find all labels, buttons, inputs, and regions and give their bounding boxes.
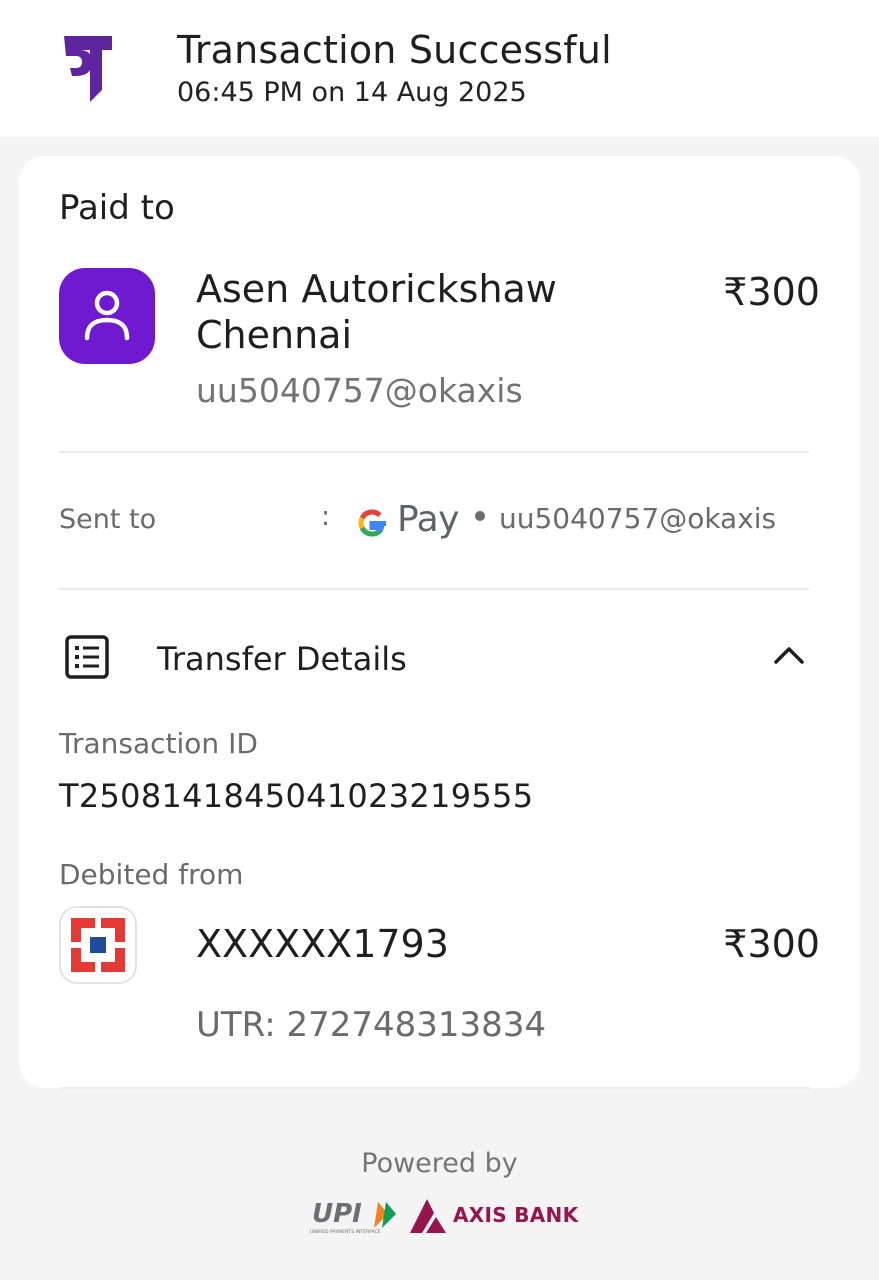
upi-tagline: UNIFIED PAYMENTS INTERFACE xyxy=(310,1229,381,1235)
transaction-id-value[interactable]: T2508141845041023219555 xyxy=(59,777,533,815)
sent-to-label: Sent to xyxy=(59,504,157,535)
sent-to-upi-id: uu5040757@okaxis xyxy=(499,502,777,535)
axis-bank-icon xyxy=(410,1199,446,1233)
transaction-timestamp: 06:45 PM on 14 Aug 2025 xyxy=(177,77,527,108)
debit-amount: ₹300 xyxy=(723,922,820,966)
utr-number[interactable]: UTR: 272748313834 xyxy=(196,1005,546,1045)
chevron-up-icon[interactable] xyxy=(771,640,807,670)
app-header: Transaction Successful 06:45 PM on 14 Au… xyxy=(0,0,879,137)
receipt-list-icon xyxy=(63,633,111,681)
transaction-id-label: Transaction ID xyxy=(59,727,258,760)
powered-by-label: Powered by xyxy=(361,1148,518,1179)
divider xyxy=(60,1087,810,1089)
payee-amount: ₹300 xyxy=(723,270,820,314)
axis-bank-logo: AXIS BANK xyxy=(408,1195,578,1237)
google-pay-logo: Pay xyxy=(352,496,462,546)
upi-logo: UPI UNIFIED PAYMENTS INTERFACE xyxy=(308,1196,403,1236)
phonepe-logo-icon xyxy=(58,28,118,104)
upi-logo-text: UPI xyxy=(312,1199,362,1229)
transaction-card: Paid to Asen Autorickshaw Chennai ₹300 u… xyxy=(19,156,860,1088)
debited-from-label: Debited from xyxy=(59,858,244,891)
hdfc-bank-icon xyxy=(59,906,137,984)
paid-to-label: Paid to xyxy=(59,188,175,228)
payee-name: Asen Autorickshaw Chennai xyxy=(196,267,557,357)
user-icon xyxy=(84,290,130,341)
divider xyxy=(59,451,809,453)
google-pay-label: Pay xyxy=(397,499,459,540)
payee-avatar[interactable] xyxy=(59,268,155,364)
google-pay-icon xyxy=(358,509,386,537)
payee-upi-id: uu5040757@okaxis xyxy=(196,371,523,410)
divider xyxy=(59,588,809,590)
transaction-status-title: Transaction Successful xyxy=(177,28,612,72)
bullet-separator xyxy=(475,511,485,521)
debit-account-number: XXXXXX1793 xyxy=(196,922,449,966)
sent-to-separator: : xyxy=(321,501,331,532)
axis-bank-name: AXIS BANK xyxy=(453,1203,579,1227)
transfer-details-label[interactable]: Transfer Details xyxy=(157,640,407,678)
